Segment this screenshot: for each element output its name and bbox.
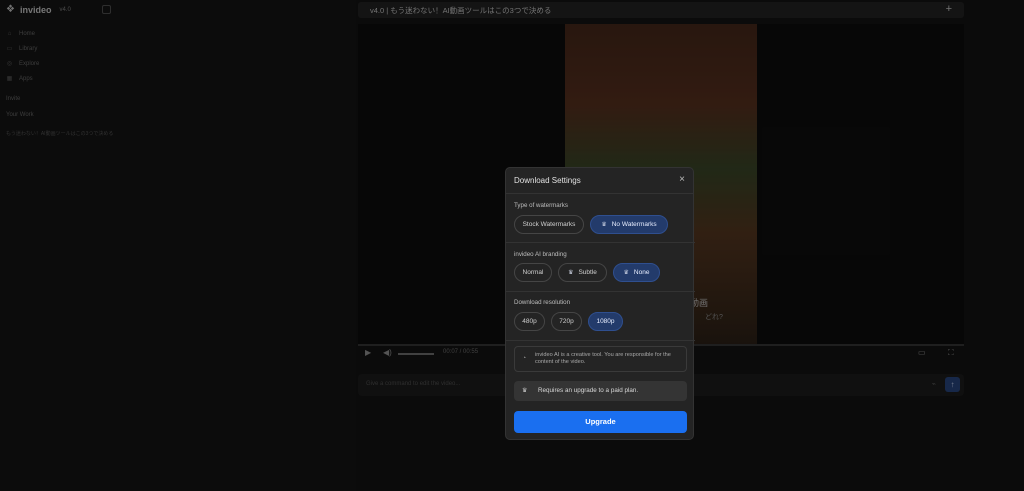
branding-none-option[interactable]: ♛ None [613,263,660,282]
crown-icon: ♛ [601,222,607,228]
info-icon: ◔ [522,355,527,362]
option-label: 720p [559,318,574,325]
option-label: Subtle [578,269,597,276]
modal-title: Download Settings [514,176,581,185]
branding-section: invideo AI branding Normal ♛ Subtle ♛ No… [506,243,695,292]
option-label: None [633,269,650,276]
branding-subtle-option[interactable]: ♛ Subtle [558,263,607,282]
resolution-section: Download resolution 480p 720p 1080p [506,292,695,341]
upgrade-button[interactable]: Upgrade [514,411,687,433]
resolution-480p-option[interactable]: 480p [514,312,545,331]
branding-section-title: invideo AI branding [514,251,567,258]
branding-normal-option[interactable]: Normal [514,263,552,282]
no-watermarks-option[interactable]: ♛ No Watermarks [590,215,668,234]
upgrade-required-note: ♛ Requires an upgrade to a paid plan. [514,381,687,401]
responsibility-notice: ◔ invideo AI is a creative tool. You are… [514,346,687,372]
resolution-section-title: Download resolution [514,299,571,306]
notice-text: invideo AI is a creative tool. You are r… [535,352,671,365]
stock-watermarks-option[interactable]: Stock Watermarks [514,215,584,234]
modal-header: Download Settings × [506,168,693,194]
resolution-1080p-option[interactable]: 1080p [588,312,623,331]
close-icon[interactable]: × [679,174,685,185]
option-label: Stock Watermarks [522,221,576,228]
crown-icon: ♛ [623,270,629,276]
resolution-720p-option[interactable]: 720p [551,312,582,331]
watermark-section: Type of watermarks Stock Watermarks ♛ No… [506,194,695,243]
crown-icon: ♛ [522,388,528,394]
option-label: 480p [522,318,537,325]
option-label: No Watermarks [611,221,657,228]
option-label: Normal [522,269,544,276]
watermark-section-title: Type of watermarks [514,202,568,209]
download-settings-modal: Download Settings × Type of watermarks S… [505,167,695,440]
crown-icon: ♛ [568,270,574,276]
upgrade-note-text: Requires an upgrade to a paid plan. [538,387,639,394]
option-label: 1080p [596,318,615,325]
